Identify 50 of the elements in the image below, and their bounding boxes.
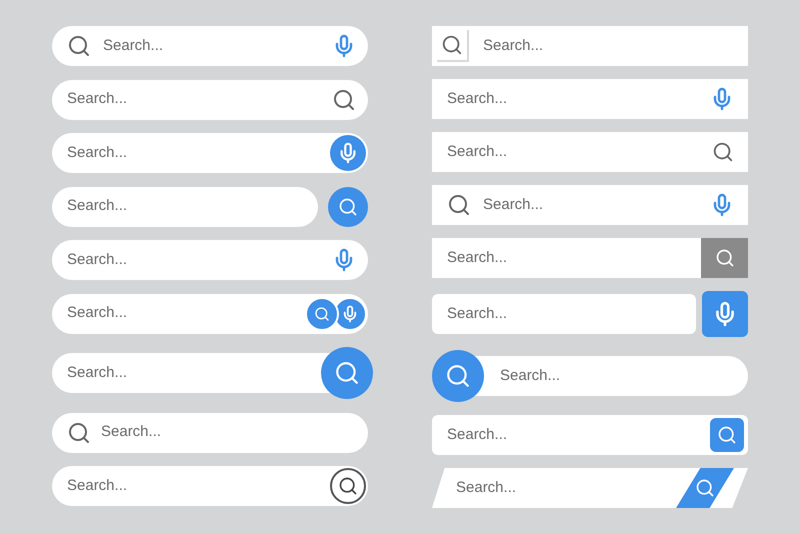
search-input[interactable]: Search... [447, 246, 701, 270]
microphone-button[interactable] [702, 291, 748, 337]
search-icon [695, 478, 715, 498]
search-field[interactable]: Search... [432, 185, 748, 225]
search-field[interactable]: Search... [52, 294, 368, 334]
search-input[interactable]: Search... [103, 34, 320, 58]
search-input[interactable]: Search... [447, 88, 710, 110]
search-field[interactable]: Search... [52, 80, 368, 120]
search-field[interactable]: Search... [52, 466, 368, 506]
search-field[interactable]: Search... [52, 412, 368, 452]
search-input[interactable]: Search... [101, 421, 356, 444]
search-field[interactable]: Search... [52, 240, 368, 280]
search-field[interactable]: Search... [432, 79, 748, 119]
search-icon [712, 141, 734, 163]
search-input[interactable]: Search... [447, 302, 686, 326]
search-field[interactable]: Search... [432, 415, 748, 455]
search-field[interactable]: Search... [432, 132, 748, 172]
search-input[interactable]: Search... [67, 195, 306, 218]
microphone-icon [341, 304, 359, 322]
search-field[interactable]: Search... [52, 133, 368, 173]
search-input[interactable]: Search... [456, 476, 676, 500]
search-input[interactable]: Search... [67, 302, 305, 325]
search-field[interactable]: Search... [52, 186, 318, 226]
search-field[interactable]: Search... [432, 26, 748, 66]
search-icon [714, 248, 734, 268]
search-input[interactable]: Search... [483, 34, 736, 58]
search-input[interactable]: Search... [447, 424, 710, 446]
search-field[interactable]: Search... [52, 26, 368, 66]
search-icon [441, 34, 463, 56]
search-icon [447, 193, 471, 217]
search-icon [334, 360, 360, 386]
search-icon [445, 363, 471, 389]
search-field[interactable]: Search... [432, 468, 748, 508]
search-icon [67, 420, 91, 444]
search-input[interactable]: Search... [483, 194, 698, 216]
search-field[interactable]: Search... [432, 238, 748, 278]
search-input[interactable]: Search... [67, 88, 332, 111]
search-field[interactable]: Search... [432, 294, 696, 334]
search-input[interactable]: Search... [67, 248, 332, 272]
search-icon [717, 425, 737, 445]
search-icon [332, 88, 356, 112]
search-input[interactable]: Search... [67, 142, 330, 164]
search-button[interactable] [330, 468, 366, 504]
search-input[interactable]: Search... [447, 140, 712, 164]
search-icon [338, 476, 358, 496]
search-icon [314, 306, 330, 322]
search-input[interactable]: Search... [67, 474, 330, 498]
search-icon [67, 34, 91, 58]
microphone-button[interactable] [330, 135, 366, 171]
search-icon [338, 196, 358, 216]
